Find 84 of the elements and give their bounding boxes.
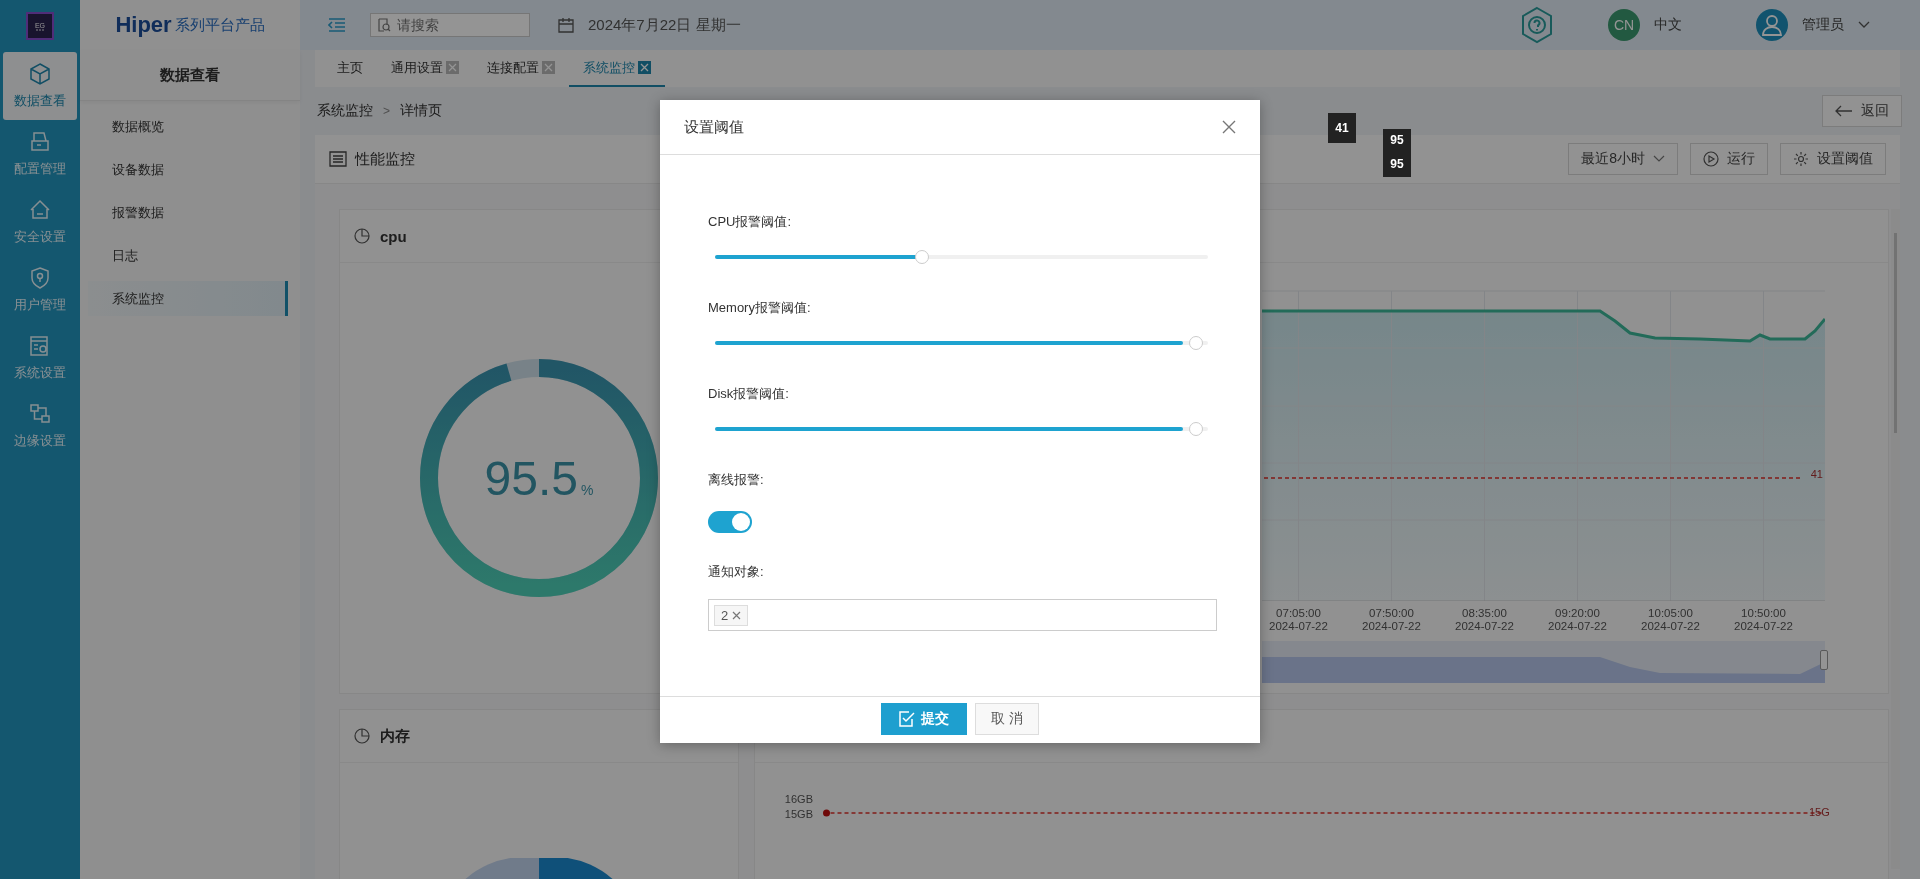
help-icon[interactable]: [1520, 6, 1554, 44]
network-icon: [28, 402, 52, 426]
breadcrumb-item[interactable]: 系统监控: [317, 102, 373, 120]
arrow-left-icon: [1835, 105, 1853, 117]
axis-label: 07:50:00 2024-07-22: [1361, 606, 1422, 633]
date-text: 2024年7月22日 星期一: [588, 15, 741, 35]
menu-icon[interactable]: [328, 17, 346, 33]
tab[interactable]: 系统监控: [569, 50, 665, 87]
chevron-down-icon: [1653, 155, 1665, 163]
multi-select-field[interactable]: 2: [708, 599, 1217, 631]
cpu-value: 95.5: [484, 450, 578, 506]
tag[interactable]: 2: [714, 604, 749, 626]
threshold-label: 41: [1810, 468, 1823, 480]
panel-title: 性能监控: [355, 149, 415, 169]
axis-label: 08:35:00 2024-07-22: [1454, 606, 1515, 633]
search-icon: [377, 18, 391, 32]
chevron-down-icon[interactable]: [1858, 21, 1870, 29]
nav-item[interactable]: 数据查看: [3, 52, 77, 120]
card-title: cpu: [380, 227, 407, 245]
run-button[interactable]: 运行: [1690, 143, 1768, 175]
sidebar-title: 数据查看: [80, 50, 300, 101]
breadcrumb-item: 详情页: [400, 102, 442, 120]
cancel-button[interactable]: 取 消: [975, 703, 1039, 735]
breadcrumb-separator: >: [383, 104, 390, 118]
shield-icon: [28, 266, 52, 290]
sidebar-item[interactable]: 报警数据: [88, 195, 288, 230]
printer-icon: [28, 130, 52, 154]
checkbox-icon: [899, 711, 915, 727]
range-handle[interactable]: [1820, 650, 1828, 670]
tab[interactable]: 连接配置: [473, 50, 569, 87]
language-label[interactable]: 中文: [1654, 16, 1682, 34]
axis-label: 15GB: [783, 808, 813, 820]
house-icon: [28, 198, 52, 222]
user-name[interactable]: 管理员: [1802, 16, 1844, 34]
nav-item[interactable]: 用户管理: [3, 256, 77, 324]
sidebar-item[interactable]: 系统监控: [88, 281, 288, 316]
slider-handle[interactable]: [1188, 336, 1203, 350]
card-title: 内存: [380, 726, 410, 746]
tooltip: 41: [1328, 113, 1356, 143]
slider-handle[interactable]: [914, 250, 929, 264]
axis-label: 16GB: [783, 793, 813, 805]
nav-item[interactable]: 配置管理: [3, 120, 77, 188]
brand-logo: Hiper系列平台产品: [80, 0, 300, 50]
tab[interactable]: 主页: [323, 50, 377, 87]
axis-label: 09:20:00 2024-07-22: [1547, 606, 1608, 633]
search-field[interactable]: 请搜索: [370, 13, 530, 37]
pie-chart-icon: [354, 228, 370, 244]
sidebar-item[interactable]: 日志: [88, 238, 288, 273]
close-icon[interactable]: [732, 610, 742, 620]
back-button[interactable]: 返回: [1822, 95, 1902, 127]
field-label: 通知对象:: [708, 563, 764, 581]
slider-handle[interactable]: [1188, 422, 1203, 436]
dialog-title: 设置阈值: [684, 117, 744, 137]
submit-button[interactable]: 提交: [881, 703, 967, 735]
pie-chart-icon: [354, 728, 370, 744]
calendar-icon: [558, 17, 574, 33]
field-label: Disk报警阈值:: [708, 385, 789, 403]
close-icon: [1222, 120, 1236, 134]
close-icon[interactable]: [446, 61, 459, 74]
tooltip: 95: [1383, 151, 1411, 177]
cpu-unit: %: [581, 481, 594, 498]
cube-icon: [28, 62, 52, 86]
scrollbar[interactable]: [1891, 209, 1900, 869]
threshold-label: 15G: [1809, 806, 1830, 818]
settings-icon: [1793, 151, 1809, 167]
axis-label: 10:05:00 2024-07-22: [1640, 606, 1701, 633]
tab[interactable]: 通用设置: [377, 50, 473, 87]
user-avatar[interactable]: [1756, 9, 1788, 41]
field-label: CPU报警阈值:: [708, 213, 792, 231]
axis-label: 10:50:00 2024-07-22: [1733, 606, 1794, 633]
threshold-button[interactable]: 设置阈值: [1780, 143, 1886, 175]
close-icon[interactable]: [638, 61, 651, 74]
toggle-switch[interactable]: [708, 511, 752, 533]
sidebar-item[interactable]: 数据概览: [88, 109, 288, 144]
play-icon: [1703, 151, 1719, 167]
close-icon[interactable]: [542, 61, 555, 74]
list-icon: [329, 151, 347, 167]
field-label: Memory报警阈值:: [708, 299, 811, 317]
field-label: 离线报警:: [708, 471, 764, 489]
tooltip: 95: [1383, 129, 1411, 151]
sidebar-item[interactable]: 设备数据: [88, 152, 288, 187]
time-range-dropdown[interactable]: 最近8小时: [1568, 143, 1678, 175]
language-avatar[interactable]: CN: [1608, 9, 1640, 41]
axis-label: 07:05:00 2024-07-22: [1268, 606, 1329, 633]
